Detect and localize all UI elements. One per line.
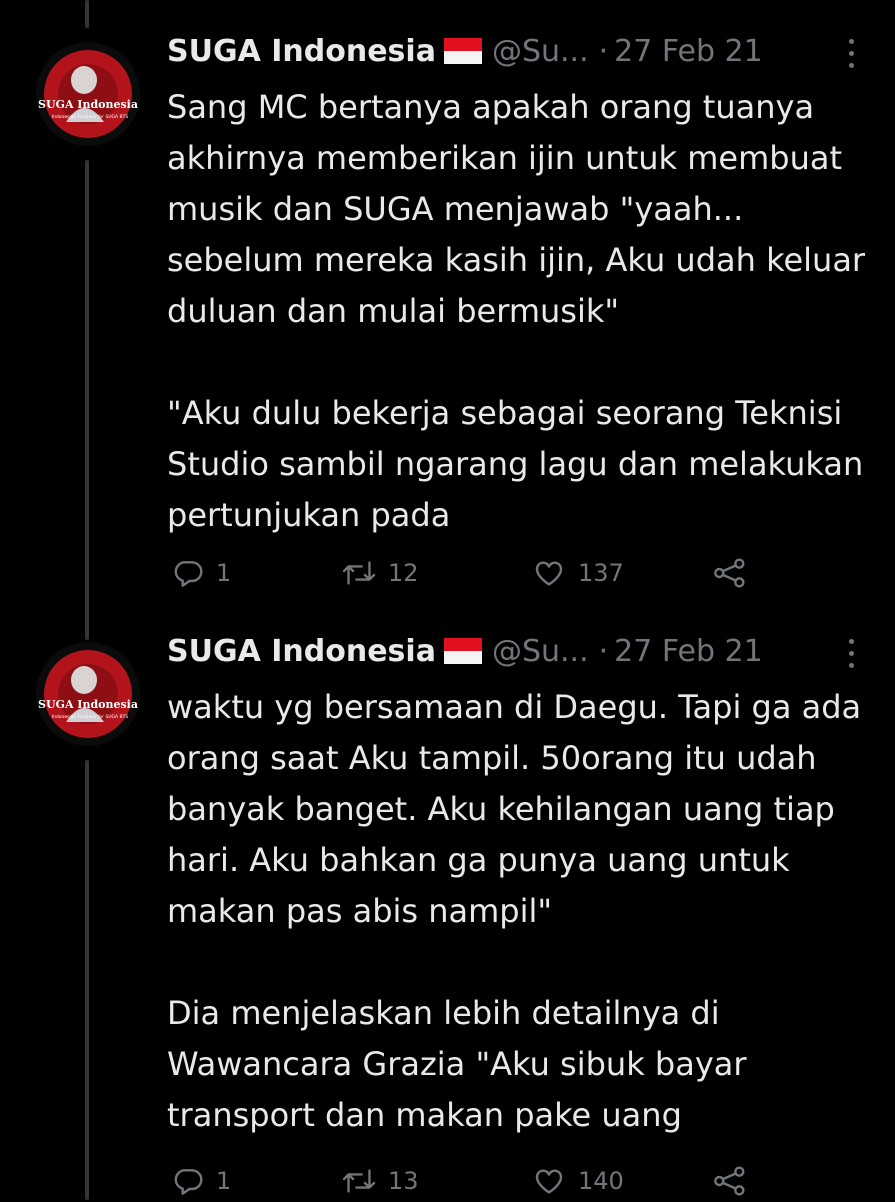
like-count: 140 [578, 1167, 624, 1195]
avatar-logo-subtext: Indonesian Fanbase for SUGA BTS [52, 714, 129, 720]
indonesia-flag-icon [443, 33, 482, 64]
avatar-image: SUGA Indonesia Indonesian Fanbase for SU… [36, 642, 140, 746]
like-button[interactable]: 137 [532, 552, 624, 594]
like-button[interactable]: 140 [532, 1160, 624, 1202]
retweet-icon [342, 1165, 376, 1197]
avatar-logo-text: SUGA Indonesia [38, 698, 138, 711]
reply-count: 1 [216, 1167, 232, 1195]
avatar-logo-text: SUGA Indonesia [38, 98, 138, 111]
reply-count: 1 [216, 559, 232, 587]
reply-button[interactable]: 1 [172, 552, 231, 594]
share-button[interactable] [712, 1160, 748, 1202]
tweet-paragraph: Dia menjelaskan lebih detailnya di Wawan… [167, 994, 747, 1134]
like-count: 137 [578, 559, 624, 587]
retweet-button[interactable]: 12 [342, 552, 419, 594]
tweet-text: waktu yg bersamaan di Daegu. Tapi ga ada… [167, 682, 872, 1141]
tweet-paragraph: "Aku dulu bekerja sebagai seorang Teknis… [167, 394, 864, 534]
user-handle[interactable]: @Su... [492, 634, 589, 669]
tweet-actions: 1 13 140 [172, 1160, 872, 1202]
tweet-text: Sang MC bertanya apakah orang tuanya akh… [167, 82, 872, 541]
heart-icon [532, 1165, 566, 1197]
tweet[interactable]: SUGA Indonesia Indonesian Fanbase for SU… [0, 600, 895, 1200]
more-options-icon[interactable] [843, 36, 859, 72]
tweet-date[interactable]: 27 Feb 21 [614, 34, 763, 69]
share-icon [712, 1165, 748, 1197]
reply-button[interactable]: 1 [172, 1160, 231, 1202]
avatar-logo-subtext: Indonesian Fanbase for SUGA BTS [52, 114, 129, 120]
avatar-image: SUGA Indonesia Indonesian Fanbase for SU… [36, 42, 140, 146]
retweet-icon [342, 557, 376, 589]
tweet-header: SUGA Indonesia @Su... · 27 Feb 21 [167, 630, 867, 674]
tweet[interactable]: SUGA Indonesia Indonesian Fanbase for SU… [0, 0, 895, 600]
tweet-actions: 1 12 137 [172, 552, 872, 594]
reply-icon [172, 557, 204, 589]
indonesia-flag-icon [443, 633, 482, 664]
user-handle[interactable]: @Su... [492, 34, 589, 69]
heart-icon [532, 557, 566, 589]
separator-dot: · [598, 34, 609, 69]
tweet-date[interactable]: 27 Feb 21 [614, 634, 763, 669]
more-options-icon[interactable] [843, 636, 859, 672]
tweet-header: SUGA Indonesia @Su... · 27 Feb 21 [167, 30, 867, 74]
retweet-count: 12 [388, 559, 419, 587]
display-name[interactable]: SUGA Indonesia [167, 634, 436, 669]
reply-icon [172, 1165, 204, 1197]
display-name[interactable]: SUGA Indonesia [167, 34, 436, 69]
avatar[interactable]: SUGA Indonesia Indonesian Fanbase for SU… [36, 642, 140, 746]
share-icon [712, 557, 748, 589]
share-button[interactable] [712, 552, 748, 594]
retweet-button[interactable]: 13 [342, 1160, 419, 1202]
separator-dot: · [598, 634, 609, 669]
retweet-count: 13 [388, 1167, 419, 1195]
tweet-paragraph: waktu yg bersamaan di Daegu. Tapi ga ada… [167, 688, 862, 930]
tweet-paragraph: Sang MC bertanya apakah orang tuanya akh… [167, 88, 866, 330]
avatar[interactable]: SUGA Indonesia Indonesian Fanbase for SU… [36, 42, 140, 146]
